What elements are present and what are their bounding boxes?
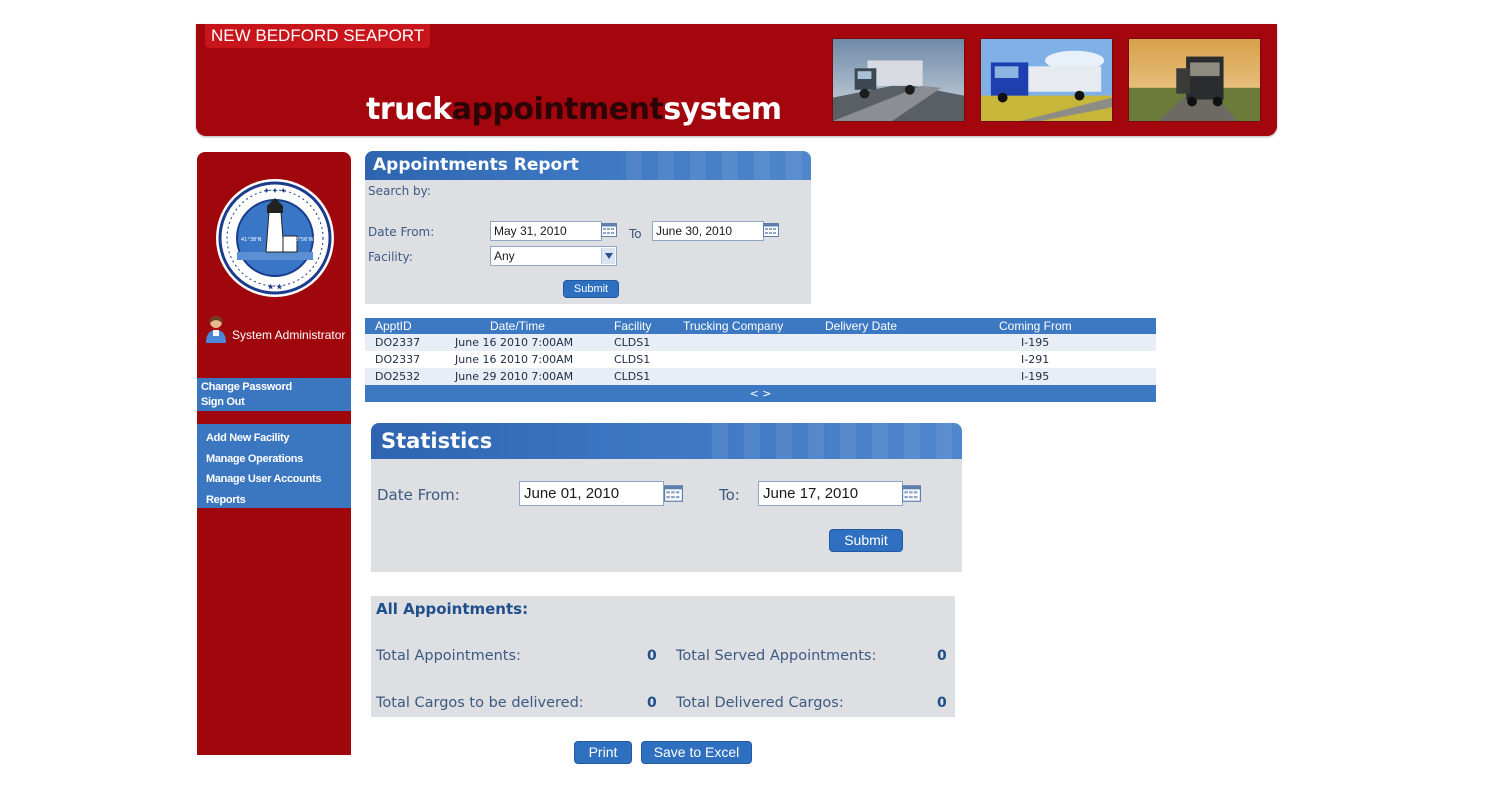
stats-date-from-label: Date From: [377,486,460,504]
table-header: ApptID Date/Time Facility Trucking Compa… [365,318,1156,334]
column-header-trucking-company: Trucking Company [683,319,784,333]
truck-photo-highway [832,38,965,122]
table-row[interactable]: DO2532 June 29 2010 7:00AM CLDS1 I-195 [365,368,1156,385]
header-banner: NEW BEDFORD SEAPORT truckappointmentsyst… [196,24,1277,136]
svg-text:41°38'N: 41°38'N [241,237,262,243]
statistics-title: Statistics [371,423,962,459]
totals-panel: All Appointments: Total Appointments: 0 … [371,596,955,717]
svg-text:★ ★: ★ ★ [268,282,284,291]
appointments-report-title: Appointments Report [365,151,811,180]
svg-text:70°56'W: 70°56'W [292,237,314,243]
total-served-label: Total Served Appointments: [676,648,877,664]
report-date-from-label: Date From: [368,225,435,239]
report-to-label: To [629,227,642,241]
calendar-icon[interactable] [763,223,779,237]
report-date-from-input[interactable]: May 31, 2010 [490,221,602,241]
facility-selected-value: Any [494,249,515,263]
cell-facility: CLDS1 [614,353,651,366]
cell-apptid: DO2337 [375,336,421,349]
current-user: System Administrator [205,315,345,343]
truck-photo-blue [980,38,1113,122]
facility-label: Facility: [368,250,413,264]
calendar-icon[interactable] [664,485,683,502]
total-cargos-label: Total Cargos to be delivered: [376,695,584,711]
stats-date-from-input[interactable]: June 01, 2010 [519,481,664,506]
total-appointments-label: Total Appointments: [376,648,521,664]
save-to-excel-button[interactable]: Save to Excel [641,741,752,764]
brand-name: NEW BEDFORD SEAPORT [205,24,431,48]
total-served-value: 0 [937,648,947,664]
truck-photo-sunset [1128,38,1261,122]
chevron-down-icon[interactable] [601,248,615,264]
cell-apptid: DO2532 [375,370,421,383]
column-header-coming-from: Coming From [999,319,1072,333]
column-header-apptid: ApptID [375,319,412,333]
add-new-facility-link[interactable]: Add New Facility [206,428,342,449]
calendar-icon[interactable] [902,485,921,502]
search-by-label: Search by: [368,184,431,198]
appointments-report-form: Search by: Date From: May 31, 2010 To Ju… [365,180,811,304]
print-button[interactable]: Print [574,741,632,764]
system-title-appointment: appointment [451,92,664,127]
report-date-to-input[interactable]: June 30, 2010 [652,221,764,241]
cell-facility: CLDS1 [614,336,651,349]
change-password-link[interactable]: Change Password [201,380,347,395]
calendar-icon[interactable] [601,223,617,237]
svg-text:✦ ✦ ✦: ✦ ✦ ✦ [264,186,287,195]
cell-coming-from: I-291 [1021,353,1050,366]
column-header-facility: Facility [614,319,652,333]
table-row[interactable]: DO2337 June 16 2010 7:00AM CLDS1 I-291 [365,351,1156,368]
cell-facility: CLDS1 [614,370,651,383]
sign-out-link[interactable]: Sign Out [201,395,347,410]
sidebar: 41°38'N 70°56'W ✦ ✦ ✦ ★ ★ System Adminis… [197,152,351,755]
manage-user-accounts-link[interactable]: Manage User Accounts [206,469,342,490]
user-icon [206,316,226,343]
total-delivered-value: 0 [937,695,947,711]
report-submit-button[interactable]: Submit [563,280,619,298]
cell-coming-from: I-195 [1021,336,1050,349]
system-title-system: system [663,92,782,127]
cell-coming-from: I-195 [1021,370,1050,383]
account-menu: Change Password Sign Out [197,378,351,411]
table-row[interactable]: DO2337 June 16 2010 7:00AM CLDS1 I-195 [365,334,1156,351]
harbor-commission-seal: 41°38'N 70°56'W ✦ ✦ ✦ ★ ★ [215,178,335,298]
stats-to-label: To: [719,486,740,504]
column-header-delivery-date: Delivery Date [825,319,898,333]
total-appointments-value: 0 [647,648,657,664]
total-cargos-value: 0 [647,695,657,711]
manage-operations-link[interactable]: Manage Operations [206,449,342,470]
cell-apptid: DO2337 [375,353,421,366]
cell-date-time: June 16 2010 7:00AM [455,353,574,366]
all-appointments-heading: All Appointments: [376,600,529,618]
system-title-truck: truck [366,92,452,127]
column-header-date-time: Date/Time [490,319,545,333]
appointments-table: ApptID Date/Time Facility Trucking Compa… [365,318,1156,403]
stats-submit-button[interactable]: Submit [829,529,903,552]
stats-date-to-input[interactable]: June 17, 2010 [758,481,903,506]
reports-link[interactable]: Reports [206,490,342,511]
table-pager[interactable]: < > [365,385,1156,402]
cell-date-time: June 16 2010 7:00AM [455,336,574,349]
system-title: truckappointmentsystem [366,92,782,127]
admin-menu: Add New Facility Manage Operations Manag… [197,424,351,508]
facility-select[interactable]: Any [490,246,617,266]
statistics-form: Date From: June 01, 2010 To: June 17, 20… [371,459,962,572]
total-delivered-label: Total Delivered Cargos: [676,695,844,711]
user-name: System Administrator [232,328,346,342]
cell-date-time: June 29 2010 7:00AM [455,370,574,383]
